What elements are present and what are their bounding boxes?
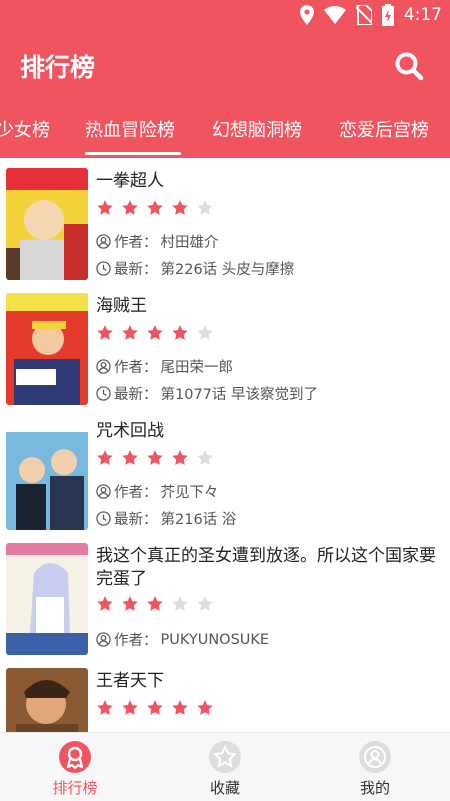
- list-item[interactable]: 王者天下: [0, 658, 450, 732]
- cover-image: [6, 668, 88, 732]
- nav-profile[interactable]: 我的: [325, 733, 425, 801]
- author-name: 尾田荣一郎: [160, 360, 234, 376]
- comic-title: 我这个真正的圣女遭到放逐。所以这个国家要完蛋了: [96, 546, 436, 589]
- user-icon: [96, 359, 111, 374]
- nav-label-favorites: 收藏: [209, 779, 240, 797]
- clock-icon: [96, 511, 111, 526]
- nav-label-profile: 我的: [359, 779, 390, 797]
- star-filled-icon: [122, 700, 138, 715]
- bottom-navigation: 排行榜 收藏 我的: [0, 732, 450, 801]
- rating-stars: [96, 324, 214, 342]
- category-tabs: 少女榜 热血冒险榜 幻想脑洞榜 恋爱后宫榜: [0, 108, 450, 158]
- clock-icon: [96, 386, 111, 401]
- rating-stars: [96, 699, 214, 717]
- star-filled-icon: [122, 596, 138, 611]
- star-filled-icon: [147, 200, 163, 215]
- star-filled-icon: [172, 700, 188, 715]
- comic-title: 一拳超人: [96, 171, 164, 191]
- star-empty-icon: [197, 325, 213, 340]
- star-filled-icon: [97, 596, 113, 611]
- user-icon: [96, 234, 111, 249]
- user-icon: [96, 484, 111, 499]
- author-row: 作者： PUKYUNOSUKE: [96, 629, 269, 650]
- rating-stars: [96, 595, 214, 613]
- list-item[interactable]: 我这个真正的圣女遭到放逐。所以这个国家要完蛋了 作者： PUKYUNOSUKE: [0, 533, 450, 658]
- tab-romance-harem[interactable]: 恋爱后宫榜: [339, 116, 429, 142]
- star-filled-icon: [172, 200, 188, 215]
- author-label: 作者：: [114, 360, 158, 376]
- star-filled-icon: [147, 325, 163, 340]
- favorites-icon: [209, 741, 241, 773]
- star-filled-icon: [147, 700, 163, 715]
- star-filled-icon: [147, 596, 163, 611]
- star-filled-icon: [147, 450, 163, 465]
- star-empty-icon: [172, 596, 188, 611]
- cover-image: [6, 168, 88, 280]
- location-icon: [299, 5, 314, 25]
- author-row: 作者： 芥见下々: [96, 481, 219, 502]
- star-filled-icon: [122, 200, 138, 215]
- rating-stars: [96, 199, 214, 217]
- latest-chapter: 第216话 浴: [160, 512, 237, 528]
- star-filled-icon: [97, 200, 113, 215]
- nav-favorites[interactable]: 收藏: [175, 733, 275, 801]
- list-item[interactable]: 一拳超人 作者： 村田雄介 最新： 第226话 头皮与摩擦: [0, 158, 450, 283]
- cover-image: [6, 418, 88, 530]
- latest-chapter: 第1077话 早该察觉到了: [160, 387, 319, 403]
- latest-row: 最新： 第226话 头皮与摩擦: [96, 258, 294, 279]
- tab-shoujo[interactable]: 少女榜: [0, 116, 50, 142]
- cover-image: [6, 293, 88, 405]
- star-filled-icon: [122, 325, 138, 340]
- nav-ranking[interactable]: 排行榜: [25, 733, 125, 801]
- star-empty-icon: [197, 596, 213, 611]
- wifi-icon: [323, 6, 346, 24]
- star-filled-icon: [97, 700, 113, 715]
- search-icon[interactable]: [394, 51, 424, 81]
- latest-chapter: 第226话 头皮与摩擦: [160, 262, 295, 278]
- star-empty-icon: [197, 450, 213, 465]
- latest-label: 最新：: [114, 512, 158, 528]
- author-name: 芥见下々: [160, 485, 219, 501]
- ranking-list[interactable]: 一拳超人 作者： 村田雄介 最新： 第226话 头皮与摩擦 海贼王 作者： 尾田荣一郎: [0, 158, 450, 732]
- author-row: 作者： 村田雄介: [96, 231, 219, 252]
- ranking-icon: [59, 741, 91, 773]
- star-filled-icon: [197, 700, 213, 715]
- star-empty-icon: [197, 200, 213, 215]
- tab-fantasy[interactable]: 幻想脑洞榜: [212, 116, 302, 142]
- page-title: 排行榜: [20, 53, 96, 82]
- cover-image: [6, 543, 88, 655]
- star-filled-icon: [172, 325, 188, 340]
- latest-row: 最新： 第1077话 早该察觉到了: [96, 383, 318, 404]
- star-filled-icon: [97, 450, 113, 465]
- author-label: 作者：: [114, 633, 158, 649]
- user-icon: [96, 632, 111, 647]
- star-filled-icon: [97, 325, 113, 340]
- active-tab-indicator: [85, 152, 181, 155]
- comic-title: 咒术回战: [96, 421, 164, 441]
- comic-title: 海贼王: [96, 296, 147, 316]
- list-item[interactable]: 海贼王 作者： 尾田荣一郎 最新： 第1077话 早该察觉到了: [0, 283, 450, 408]
- star-filled-icon: [172, 450, 188, 465]
- author-row: 作者： 尾田荣一郎: [96, 356, 233, 377]
- author-name: 村田雄介: [160, 235, 219, 251]
- star-filled-icon: [122, 450, 138, 465]
- battery-charging-icon: [381, 4, 394, 26]
- latest-label: 最新：: [114, 262, 158, 278]
- clock-icon: [96, 261, 111, 276]
- latest-row: 最新： 第216话 浴: [96, 508, 236, 529]
- app-header: 4:17 排行榜 少女榜 热血冒险榜 幻想脑洞榜 恋爱后宫榜: [0, 0, 450, 158]
- no-sim-icon: [355, 5, 372, 25]
- tab-hot-blooded-adventure[interactable]: 热血冒险榜: [85, 116, 175, 142]
- comic-title: 王者天下: [96, 671, 164, 691]
- author-label: 作者：: [114, 485, 158, 501]
- status-time: 4:17: [403, 5, 442, 25]
- list-item[interactable]: 咒术回战 作者： 芥见下々 最新： 第216话 浴: [0, 408, 450, 533]
- rating-stars: [96, 449, 214, 467]
- status-bar: 4:17: [0, 0, 450, 32]
- nav-label-ranking: 排行榜: [52, 779, 98, 797]
- latest-label: 最新：: [114, 387, 158, 403]
- author-label: 作者：: [114, 235, 158, 251]
- profile-icon: [359, 741, 391, 773]
- author-name: PUKYUNOSUKE: [160, 631, 270, 648]
